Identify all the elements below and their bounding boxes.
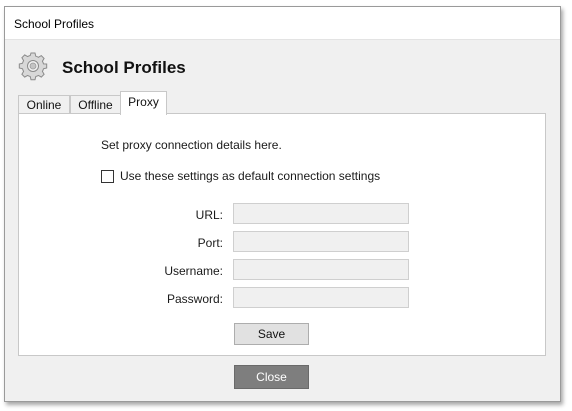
password-input[interactable] bbox=[233, 287, 409, 308]
password-label: Password: bbox=[166, 292, 223, 306]
dialog-window: School Profiles School Profiles Online O… bbox=[4, 6, 561, 402]
username-label: Username: bbox=[164, 264, 223, 278]
proxy-panel: Set proxy connection details here. Use t… bbox=[18, 113, 546, 356]
title-bar[interactable]: School Profiles bbox=[5, 7, 560, 40]
url-label: URL: bbox=[195, 208, 223, 222]
proxy-intro-text: Set proxy connection details here. bbox=[101, 138, 282, 152]
tab-offline[interactable]: Offline bbox=[70, 95, 121, 114]
url-input[interactable] bbox=[233, 203, 409, 224]
tab-online[interactable]: Online bbox=[18, 95, 70, 114]
close-button[interactable]: Close bbox=[234, 365, 309, 389]
default-settings-checkbox[interactable] bbox=[101, 169, 114, 183]
page-title: School Profiles bbox=[62, 58, 186, 77]
tab-proxy[interactable]: Proxy bbox=[120, 91, 167, 115]
gear-icon bbox=[18, 52, 48, 81]
port-label: Port: bbox=[197, 236, 223, 250]
default-settings-label: Use these settings as default connection… bbox=[120, 169, 381, 183]
default-settings-row[interactable]: Use these settings as default connection… bbox=[101, 169, 380, 183]
save-button[interactable]: Save bbox=[234, 323, 309, 345]
window-title: School Profiles bbox=[14, 17, 95, 31]
port-input[interactable] bbox=[233, 231, 409, 252]
username-input[interactable] bbox=[233, 259, 409, 280]
